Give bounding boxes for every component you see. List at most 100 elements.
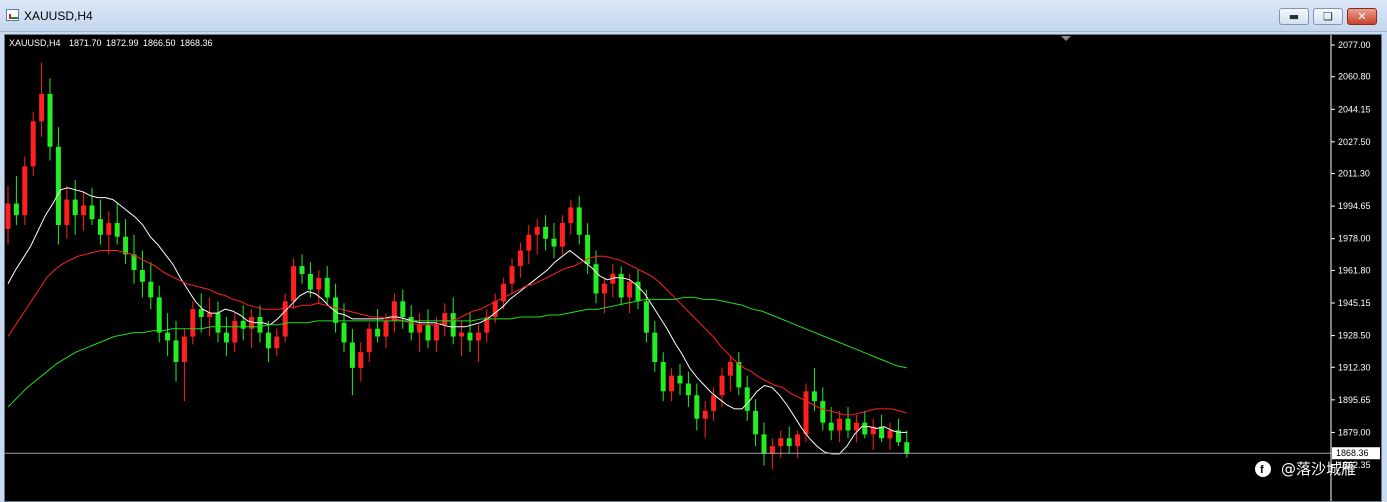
- candle-body: [534, 226, 540, 235]
- candle-body: [417, 324, 423, 333]
- candle-body: [349, 342, 355, 368]
- chart-window-icon: [6, 9, 19, 21]
- candle-body: [601, 283, 607, 294]
- candle-body: [375, 328, 381, 337]
- candle-body: [517, 250, 523, 267]
- candle-body: [811, 391, 817, 402]
- candle-body: [207, 313, 213, 317]
- candle-body: [425, 324, 431, 341]
- price-tick-label: 1978.00: [1338, 234, 1371, 244]
- candle-body: [307, 273, 313, 290]
- candle-body: [568, 207, 574, 224]
- candle-body: [30, 121, 36, 167]
- candle-body: [106, 223, 112, 235]
- candle-body: [694, 395, 700, 419]
- candle-body: [669, 375, 675, 392]
- price-tick-label: 2060.80: [1338, 72, 1371, 82]
- candle-body: [123, 236, 129, 255]
- candle-body: [341, 322, 347, 343]
- candle-body: [232, 320, 238, 343]
- chart-header-high: 1872.99: [106, 38, 139, 48]
- price-tick-label: 1928.50: [1338, 331, 1371, 341]
- price-tick-label: 1912.30: [1338, 362, 1371, 372]
- candle-body: [72, 199, 78, 216]
- candle-body: [786, 438, 792, 447]
- candle-body: [660, 361, 666, 392]
- candle-body: [652, 332, 658, 362]
- price-chart[interactable]: 2077.00 2060.80 2044.15 2027.50 2011.30 1994.…: [5, 35, 1381, 501]
- close-icon: ✕: [1357, 10, 1367, 23]
- candle-body: [845, 418, 851, 431]
- candle-body: [543, 226, 549, 239]
- chart-shift-marker: [1061, 36, 1071, 41]
- candle-body: [559, 223, 565, 247]
- candle-body: [291, 266, 297, 302]
- price-tick-label: 1994.65: [1338, 201, 1371, 211]
- candle-body: [97, 219, 103, 235]
- candle-body: [408, 316, 414, 333]
- price-tick-label: 1961.80: [1338, 265, 1371, 275]
- price-tick-label: 1895.65: [1338, 395, 1371, 405]
- candle-body: [442, 313, 448, 325]
- candle-body: [433, 324, 439, 341]
- candle-body: [198, 309, 204, 317]
- candle-body: [702, 410, 708, 419]
- candle-body: [47, 93, 53, 147]
- candle-body: [837, 418, 843, 431]
- candle-body: [820, 401, 826, 423]
- window-titlebar[interactable]: XAUUSD,H4 ▬ ❏ ✕: [0, 0, 1387, 32]
- candle-body: [81, 205, 87, 216]
- restore-button[interactable]: ❏: [1313, 8, 1343, 25]
- chart-header-low: 1866.50: [143, 38, 176, 48]
- candle-body: [761, 434, 767, 454]
- candle-body: [148, 281, 154, 298]
- candle-body: [265, 332, 271, 349]
- price-tick-label: 2044.15: [1338, 104, 1371, 114]
- candle-body: [181, 336, 187, 362]
- moving-average-line-3: [7, 296, 907, 408]
- minimize-icon: ▬: [1288, 10, 1300, 23]
- candle-body: [324, 277, 330, 298]
- candle-body: [173, 340, 179, 362]
- candle-body: [257, 316, 263, 333]
- candle-body: [459, 332, 465, 337]
- candle-body: [391, 301, 397, 321]
- candle-body: [316, 277, 322, 290]
- price-tick-label: 2077.00: [1338, 40, 1371, 50]
- candle-body: [627, 281, 633, 298]
- close-button[interactable]: ✕: [1347, 8, 1377, 25]
- chart-header-close: 1868.36: [180, 38, 213, 48]
- minimize-button[interactable]: ▬: [1279, 8, 1309, 25]
- candle-body: [576, 207, 582, 235]
- candle-body: [744, 387, 750, 411]
- candle-body: [358, 352, 364, 368]
- window-title: XAUUSD,H4: [24, 9, 93, 23]
- watermark: f @落沙城雁: [1255, 460, 1356, 478]
- candle-body: [778, 438, 784, 447]
- candle-body: [475, 332, 481, 341]
- candle-body: [274, 336, 280, 349]
- chart-area[interactable]: 2077.00 2060.80 2044.15 2027.50 2011.30 1994.…: [4, 34, 1382, 502]
- candle-body: [551, 238, 557, 247]
- candle-body: [64, 199, 70, 226]
- price-axis: 2077.00 2060.80 2044.15 2027.50 2011.30 1994.…: [1331, 40, 1380, 470]
- candle-body: [643, 301, 649, 333]
- candle-body: [22, 166, 28, 216]
- chart-header-open: 1871.70: [69, 38, 102, 48]
- candle-body: [795, 434, 801, 447]
- candle-body: [156, 297, 162, 333]
- restore-icon: ❏: [1323, 10, 1333, 23]
- candle-body: [55, 146, 61, 226]
- candle-body: [13, 203, 19, 216]
- candle-body: [114, 223, 120, 237]
- watermark-text: @落沙城雁: [1281, 460, 1356, 478]
- candle-body: [5, 203, 11, 229]
- candles-layer: [5, 62, 910, 470]
- candle-body: [467, 332, 473, 341]
- candle-body: [383, 320, 389, 337]
- candle-body: [190, 309, 196, 337]
- candle-body: [862, 422, 868, 435]
- candle-body: [879, 426, 885, 439]
- price-tick-label: 1945.15: [1338, 298, 1371, 308]
- candle-body: [366, 328, 372, 353]
